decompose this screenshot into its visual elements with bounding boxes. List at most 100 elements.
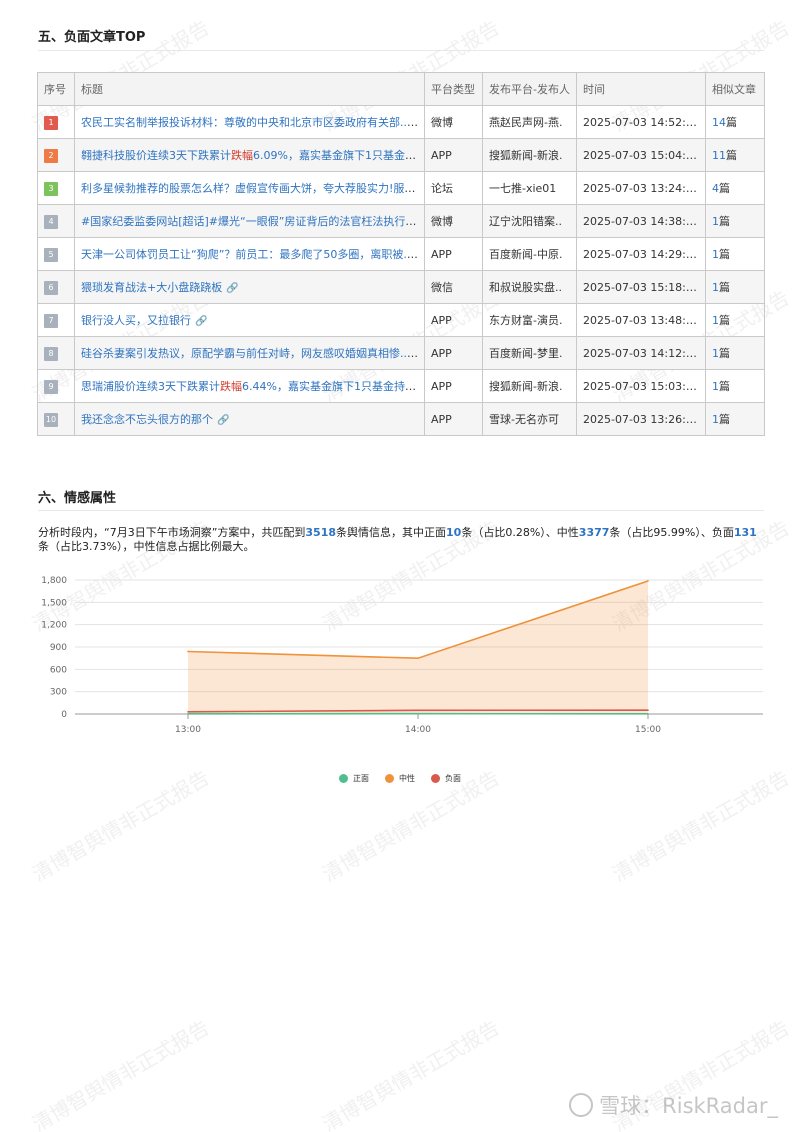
similar-unit: 篇: [719, 182, 730, 195]
legend-item[interactable]: 负面: [431, 773, 461, 784]
title-text: #国家纪委监委网站[超话]#爆光“一眼假”房证背后的法官枉法执行.: [81, 215, 409, 228]
similar-count[interactable]: 1: [712, 215, 719, 228]
footer-brand-text: 雪球：RiskRadar_: [599, 1094, 778, 1118]
legend-dot: [339, 774, 348, 783]
rank-cell: 1: [37, 105, 75, 139]
similar-count[interactable]: 1: [712, 281, 719, 294]
link-icon[interactable]: 🔗: [217, 415, 229, 426]
legend-item[interactable]: 正面: [339, 773, 369, 784]
link-icon[interactable]: 🔗: [195, 316, 207, 327]
sentiment-area-chart: 0 300 600 900 1,200 1,500 1,800 13:00 14:00 15:00: [41, 576, 763, 735]
rank-badge: 4: [44, 214, 58, 229]
similar-cell[interactable]: 1篇: [705, 303, 765, 337]
similar-cell[interactable]: 4篇: [705, 171, 765, 205]
table-row: 2 翱捷科技股价连续3天下跌累计跌幅6.09%，嘉实基金旗下1只基金. 🔗 APP 搜狐…: [37, 138, 765, 172]
table-row: 10 我还念念不忘头很方的那个 🔗 APP 雪球-无名亦可 2025-07-03 13:2…: [37, 402, 765, 436]
similar-cell[interactable]: 1篇: [705, 402, 765, 436]
article-title-link[interactable]: 天津一公司体罚员工让“狗爬”？前员工：最多爬了50多圈，离职被..: [81, 248, 418, 261]
article-title-link[interactable]: 我还念念不忘头很方的那个: [81, 413, 213, 426]
platform-type-cell: 微博: [424, 105, 483, 139]
data-point: [187, 710, 189, 713]
table-row: 4 #国家纪委监委网站[超话]#爆光“一眼假”房证背后的法官枉法执行. 🔗 微博 辽宁沈…: [37, 204, 765, 238]
chart-legend: 正面 中性 负面: [0, 773, 800, 784]
article-title-link[interactable]: 利多星候勃推荐的股票怎么样？虚假宣传画大饼，夸大荐股实力!服: [81, 182, 415, 195]
header-platform-type: 平台类型: [424, 72, 483, 106]
summary-text: 条（占比95.99%）、负面: [609, 526, 734, 539]
publisher-cell: 辽宁沈阳错案..: [482, 204, 577, 238]
title-cell[interactable]: 天津一公司体罚员工让“狗爬”？前员工：最多爬了50多圈，离职被..🔗: [74, 237, 425, 271]
time-cell: 2025-07-03 13:26:29: [576, 402, 706, 436]
summary-text: 条（占比0.28%）、中性: [461, 526, 579, 539]
rank-badge: 5: [44, 247, 58, 262]
publisher-cell: 燕赵民声网-燕.: [482, 105, 577, 139]
article-title-link[interactable]: 思瑞浦股价连续3天下跌累计跌幅6.44%，嘉实基金旗下1只基金持.: [81, 380, 416, 393]
legend-dot: [431, 774, 440, 783]
similar-count[interactable]: 1: [712, 314, 719, 327]
publisher-cell: 和叔说股实盘..: [482, 270, 577, 304]
title-text: 银行没人买，又拉银行: [81, 314, 191, 327]
platform-type-cell: 微信: [424, 270, 483, 304]
rank-badge: 8: [44, 346, 58, 361]
similar-count[interactable]: 1: [712, 248, 719, 261]
platform-type-cell: 论坛: [424, 171, 483, 205]
sentiment-summary: 分析时段内，“7月3日下午市场洞察”方案中，共匹配到3518条舆情信息，其中正面…: [38, 526, 766, 554]
rank-cell: 10: [37, 402, 75, 436]
title-cell[interactable]: 我还念念不忘头很方的那个 🔗: [74, 402, 425, 436]
title-text: 硅谷杀妻案引发热议，原配学霸与前任对峙，网友感叹婚姻真相惨...: [81, 347, 411, 360]
section-divider: [38, 50, 764, 51]
title-cell[interactable]: 思瑞浦股价连续3天下跌累计跌幅6.44%，嘉实基金旗下1只基金持. 🔗: [74, 369, 425, 403]
title-cell[interactable]: 翱捷科技股价连续3天下跌累计跌幅6.09%，嘉实基金旗下1只基金. 🔗: [74, 138, 425, 172]
y-tick-label: 900: [50, 643, 67, 653]
article-title-link[interactable]: 银行没人买，又拉银行: [81, 314, 191, 327]
link-icon[interactable]: 🔗: [226, 283, 238, 294]
x-tick-label: 14:00: [405, 725, 431, 735]
title-text: 6.44%，嘉实基金旗下1只基金持.: [242, 380, 409, 393]
similar-count[interactable]: 14: [712, 116, 726, 129]
similar-cell[interactable]: 1篇: [705, 204, 765, 238]
article-title-link[interactable]: 猥琐发育战法+大小盘跷跷板: [81, 281, 222, 294]
rank-cell: 3: [37, 171, 75, 205]
similar-cell[interactable]: 11篇: [705, 138, 765, 172]
platform-type-cell: 微博: [424, 204, 483, 238]
time-cell: 2025-07-03 15:18:12: [576, 270, 706, 304]
similar-cell[interactable]: 14篇: [705, 105, 765, 139]
similar-cell[interactable]: 1篇: [705, 270, 765, 304]
table-row: 9 思瑞浦股价连续3天下跌累计跌幅6.44%，嘉实基金旗下1只基金持. 🔗 APP 搜狐…: [37, 369, 765, 403]
similar-count[interactable]: 1: [712, 413, 719, 426]
article-title-link[interactable]: 农民工实名制举报投诉材料：尊敬的中央和北京市区委政府有关部...: [81, 116, 418, 129]
rank-cell: 6: [37, 270, 75, 304]
title-cell[interactable]: 利多星候勃推荐的股票怎么样？虚假宣传画大饼，夸大荐股实力!服 🔗: [74, 171, 425, 205]
negative-count: 131: [733, 526, 757, 539]
watermark-text: 清博智舆情非正式报告: [318, 1015, 504, 1132]
x-tick-label: 15:00: [635, 725, 661, 735]
footer-brand: 雪球：RiskRadar_: [569, 1090, 778, 1120]
data-point: [417, 712, 419, 715]
time-cell: 2025-07-03 15:04:00: [576, 138, 706, 172]
similar-count[interactable]: 1: [712, 380, 719, 393]
similar-unit: 篇: [719, 347, 730, 360]
similar-count[interactable]: 4: [712, 182, 719, 195]
article-title-link[interactable]: #国家纪委监委网站[超话]#爆光“一眼假”房证背后的法官枉法执行.: [81, 215, 416, 228]
x-tick-label: 13:00: [175, 725, 201, 735]
similar-count[interactable]: 1: [712, 347, 719, 360]
rank-badge: 9: [44, 379, 58, 394]
platform-type-cell: APP: [424, 138, 483, 172]
platform-type-cell: APP: [424, 303, 483, 337]
rank-cell: 5: [37, 237, 75, 271]
similar-count[interactable]: 11: [712, 149, 726, 162]
similar-cell[interactable]: 1篇: [705, 336, 765, 370]
title-cell[interactable]: 银行没人买，又拉银行 🔗: [74, 303, 425, 337]
title-cell[interactable]: 硅谷杀妻案引发热议，原配学霸与前任对峙，网友感叹婚姻真相惨...🔗: [74, 336, 425, 370]
article-title-link[interactable]: 翱捷科技股价连续3天下跌累计跌幅6.09%，嘉实基金旗下1只基金.: [81, 149, 416, 162]
similar-cell[interactable]: 1篇: [705, 369, 765, 403]
article-title-link[interactable]: 硅谷杀妻案引发热议，原配学霸与前任对峙，网友感叹婚姻真相惨...: [81, 347, 418, 360]
table-header-row: 序号 标题 平台类型 发布平台-发布人 时间 相似文章: [37, 72, 765, 106]
title-cell[interactable]: #国家纪委监委网站[超话]#爆光“一眼假”房证背后的法官枉法执行. 🔗: [74, 204, 425, 238]
publisher-cell: 百度新闻-梦里.: [482, 336, 577, 370]
legend-item[interactable]: 中性: [385, 773, 415, 784]
y-tick-label: 300: [50, 688, 67, 698]
similar-cell[interactable]: 1篇: [705, 237, 765, 271]
similar-unit: 篇: [719, 314, 730, 327]
title-cell[interactable]: 猥琐发育战法+大小盘跷跷板 🔗: [74, 270, 425, 304]
title-cell[interactable]: 农民工实名制举报投诉材料：尊敬的中央和北京市区委政府有关部...🔗: [74, 105, 425, 139]
